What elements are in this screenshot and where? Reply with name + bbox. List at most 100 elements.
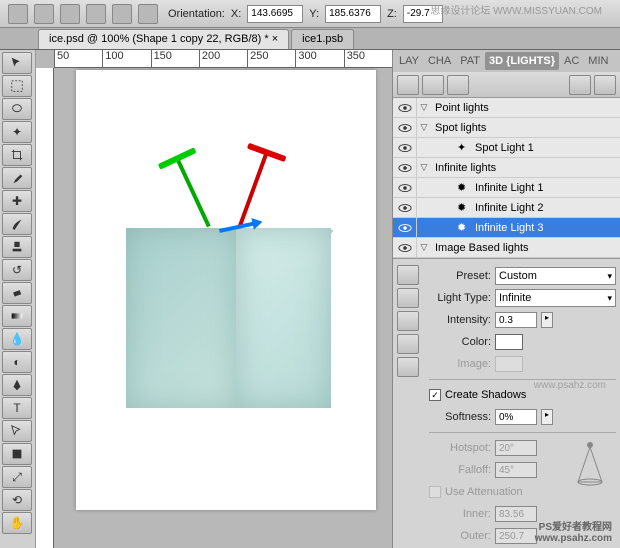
visibility-icon[interactable] [393, 138, 417, 157]
pen-tool[interactable] [2, 374, 32, 396]
visibility-icon[interactable] [393, 118, 417, 137]
delete-light-icon[interactable] [397, 288, 419, 308]
outer-label: Outer: [429, 530, 491, 542]
light-slide-icon[interactable] [447, 75, 469, 95]
type-tool[interactable]: T [2, 397, 32, 419]
eyedropper-tool[interactable] [2, 167, 32, 189]
light-ground-icon[interactable] [397, 334, 419, 354]
infinite-light-3[interactable]: ✹Infinite Light 3 [393, 218, 620, 238]
light-pan-icon[interactable] [422, 75, 444, 95]
intensity-input[interactable] [495, 312, 537, 328]
canvas-area: 50100150200250300350 [36, 50, 392, 548]
healing-tool[interactable]: ✚ [2, 190, 32, 212]
y-input[interactable] [325, 5, 381, 23]
twirl-icon[interactable]: ▽ [417, 242, 431, 253]
infinite-lights-group[interactable]: ▽ Infinite lights [393, 158, 620, 178]
light-cone-preview [570, 437, 610, 487]
path-tool[interactable] [2, 420, 32, 442]
gradient-tool[interactable] [2, 305, 32, 327]
image-swatch [495, 356, 523, 372]
pan-icon[interactable] [86, 4, 106, 24]
history-brush-tool[interactable]: ↺ [2, 259, 32, 281]
panel-toolbar [393, 72, 620, 98]
ruler-horizontal: 50100150200250300350 [54, 50, 392, 68]
doc-tab-active[interactable]: ice.psd @ 100% (Shape 1 copy 22, RGB/8) … [38, 29, 289, 49]
shadows-checkbox[interactable]: ✓ [429, 389, 441, 401]
point-lights-group[interactable]: ▽ Point lights [393, 98, 620, 118]
panel-tab-bar: LAY CHA PAT 3D {LIGHTS} AC MIN [393, 50, 620, 72]
shadows-label: Create Shadows [445, 389, 526, 401]
hotspot-label: Hotspot: [429, 442, 491, 454]
move-tool[interactable] [2, 52, 32, 74]
visibility-icon[interactable] [393, 98, 417, 117]
x-label: X: [231, 8, 241, 20]
light-type-label: Light Type: [429, 292, 491, 304]
wand-tool[interactable]: ✦ [2, 121, 32, 143]
tab-actions[interactable]: AC [560, 52, 583, 70]
light-option-icon[interactable] [397, 311, 419, 331]
preset-select[interactable]: Custom [495, 267, 616, 285]
tab-paths[interactable]: PAT [456, 52, 484, 70]
light-list: ▽ Point lights ▽ Spot lights ✦Spot Light… [393, 98, 620, 259]
twirl-icon[interactable]: ▽ [417, 122, 431, 133]
spot-lights-group[interactable]: ▽ Spot lights [393, 118, 620, 138]
intensity-scrubber[interactable]: ▸ [541, 312, 553, 328]
scale-icon[interactable] [138, 4, 158, 24]
light-rotate-icon[interactable] [397, 75, 419, 95]
crop-tool[interactable] [2, 144, 32, 166]
infinite-light-1[interactable]: ✹Infinite Light 1 [393, 178, 620, 198]
tab-3d-lights[interactable]: 3D {LIGHTS} [485, 52, 559, 70]
twirl-icon[interactable]: ▽ [417, 162, 431, 173]
twirl-icon[interactable]: ▽ [417, 102, 431, 113]
new-light-icon[interactable] [397, 265, 419, 285]
visibility-icon[interactable] [393, 198, 417, 217]
visibility-icon[interactable] [393, 178, 417, 197]
softness-input[interactable] [495, 409, 537, 425]
falloff-input [495, 462, 537, 478]
outer-input [495, 528, 537, 544]
intensity-label: Intensity: [429, 314, 491, 326]
slide-icon[interactable] [112, 4, 132, 24]
3d-orbit-tool[interactable]: ⟲ [2, 489, 32, 511]
infinite-light-icon: ✹ [457, 181, 471, 193]
color-swatch[interactable] [495, 334, 523, 350]
roll-icon[interactable] [60, 4, 80, 24]
doc-tab-inactive[interactable]: ice1.psb [291, 29, 354, 49]
blur-tool[interactable]: 💧 [2, 328, 32, 350]
toolbox: ✦ ✚ ↺ 💧 ◐ T ⤢ ⟲ ✋ [0, 50, 36, 548]
infinite-light-2[interactable]: ✹Infinite Light 2 [393, 198, 620, 218]
rotate-icon[interactable] [34, 4, 54, 24]
image-based-lights-group[interactable]: ▽ Image Based lights [393, 238, 620, 258]
attenuation-label: Use Attenuation [445, 486, 523, 498]
tool-preset-icon[interactable] [8, 4, 28, 24]
ruler-vertical [36, 68, 54, 548]
spot-light-1[interactable]: ✦Spot Light 1 [393, 138, 620, 158]
tab-min[interactable]: MIN [584, 52, 612, 70]
visibility-icon[interactable] [393, 238, 417, 257]
dodge-tool[interactable]: ◐ [2, 351, 32, 373]
stamp-tool[interactable] [2, 236, 32, 258]
tab-channels[interactable]: CHA [424, 52, 455, 70]
shape-tool[interactable] [2, 443, 32, 465]
lasso-tool[interactable] [2, 98, 32, 120]
x-input[interactable] [247, 5, 303, 23]
hand-tool[interactable]: ✋ [2, 512, 32, 534]
watermark-mid: www.psahz.com [534, 380, 606, 391]
eraser-tool[interactable] [2, 282, 32, 304]
3d-rotate-tool[interactable]: ⤢ [2, 466, 32, 488]
light-toggle-icon[interactable] [569, 75, 591, 95]
color-label: Color: [429, 336, 491, 348]
marquee-tool[interactable] [2, 75, 32, 97]
softness-scrubber[interactable]: ▸ [541, 409, 553, 425]
visibility-icon[interactable] [393, 218, 417, 237]
light-home-icon[interactable] [594, 75, 616, 95]
visibility-icon[interactable] [393, 158, 417, 177]
inner-label: Inner: [429, 508, 491, 520]
brush-tool[interactable] [2, 213, 32, 235]
document-canvas[interactable] [76, 70, 376, 510]
tab-layers[interactable]: LAY [395, 52, 423, 70]
light-color-icon[interactable] [397, 357, 419, 377]
light-type-select[interactable]: Infinite [495, 289, 616, 307]
document-tabs: ice.psd @ 100% (Shape 1 copy 22, RGB/8) … [0, 28, 620, 50]
hotspot-input [495, 440, 537, 456]
